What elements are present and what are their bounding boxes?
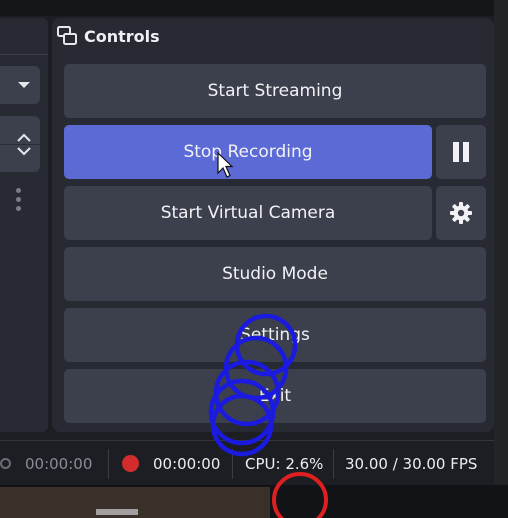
- status-bar: 00:00:00 00:00:00 CPU: 2.6% 30.00 / 30.0…: [0, 440, 494, 486]
- stream-status-icon: [0, 458, 11, 469]
- left-panel: [0, 18, 48, 432]
- taskbar-indicator: [96, 509, 138, 515]
- start-streaming-button[interactable]: Start Streaming: [64, 64, 486, 118]
- spin-box[interactable]: [0, 116, 40, 172]
- top-strip: [0, 0, 508, 16]
- virtual-camera-settings-button[interactable]: [436, 186, 486, 240]
- stop-recording-button[interactable]: Stop Recording: [64, 125, 432, 179]
- more-options-icon[interactable]: [16, 188, 22, 211]
- start-virtual-camera-button[interactable]: Start Virtual Camera: [64, 186, 432, 240]
- recording-time: 00:00:00: [153, 454, 221, 473]
- dock-title: Controls: [84, 26, 160, 46]
- caret-down-icon: [18, 82, 30, 88]
- dock-controls-icon: [57, 26, 77, 45]
- stream-time: 00:00:00: [25, 454, 93, 473]
- recording-dot-icon: [122, 455, 139, 472]
- window-edge: [494, 0, 508, 518]
- divider: [0, 54, 48, 55]
- controls-dock: Controls Start Streaming Stop Recording …: [52, 18, 494, 432]
- dropdown-button[interactable]: [0, 66, 40, 104]
- fps-readout: 30.00 / 30.00 FPS: [345, 454, 478, 473]
- dock-header: Controls: [52, 18, 494, 54]
- recording-status: 00:00:00: [122, 441, 220, 486]
- stream-status: 00:00:00: [0, 441, 92, 486]
- settings-button[interactable]: Settings: [64, 308, 486, 362]
- cpu-usage: CPU: 2.6%: [245, 454, 324, 473]
- exit-button[interactable]: Exit: [64, 369, 486, 423]
- divider: [108, 449, 109, 479]
- chevron-up-icon[interactable]: [16, 132, 32, 144]
- pause-icon: [453, 142, 469, 162]
- divider: [232, 449, 233, 479]
- gear-icon: [450, 202, 472, 224]
- chevron-down-icon[interactable]: [16, 145, 32, 157]
- studio-mode-button[interactable]: Studio Mode: [64, 247, 486, 301]
- pause-recording-button[interactable]: [436, 125, 486, 179]
- divider: [333, 449, 334, 479]
